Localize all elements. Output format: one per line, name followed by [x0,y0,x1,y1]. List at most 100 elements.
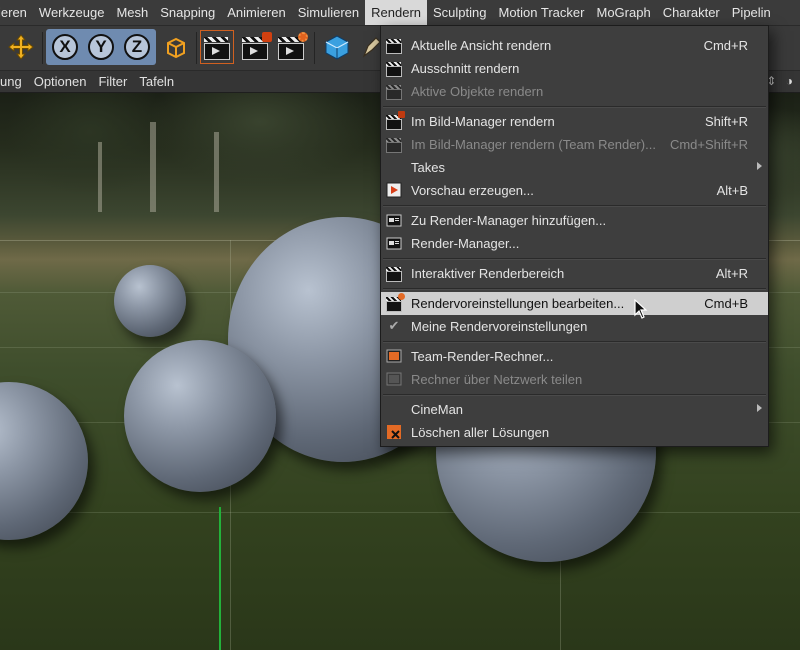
menu-item-shortcut: Alt+R [715,266,748,281]
menu-mograph[interactable]: MoGraph [590,0,656,25]
menu-item-shortcut: Cmd+B [704,296,748,311]
tree-trunk [214,132,219,212]
menu-item-render-picture-viewer[interactable]: Im Bild-Manager rendern Shift+R [381,110,768,133]
menu-animieren-partial[interactable]: ieren [0,0,33,25]
menu-divider [383,205,766,207]
main-menubar: ieren Werkzeuge Mesh Snapping Animieren … [0,0,800,26]
menu-pipeline[interactable]: Pipelin [726,0,777,25]
menu-motion-tracker[interactable]: Motion Tracker [493,0,591,25]
flush-caches-icon [385,423,403,441]
render-settings-icon [385,292,405,312]
menu-item-label: Löschen aller Lösungen [411,425,550,440]
clapper-objects-icon [385,82,403,100]
team-render-machines-icon [385,347,403,365]
sphere-object[interactable] [124,340,276,492]
viewport-menu-filter[interactable]: Filter [92,74,133,89]
menu-snapping[interactable]: Snapping [154,0,221,25]
submenu-arrow-icon [757,404,762,412]
viewport-navigation-icons[interactable]: ⇕ ◑ [766,74,796,88]
picture-viewer-icon [242,32,272,60]
preview-icon [385,181,403,199]
menu-item-shortcut: Cmd+R [703,38,748,53]
menu-item-render-view[interactable]: Aktuelle Ansicht rendern Cmd+R [381,34,768,57]
menu-item-interactive-render-region[interactable]: Interaktiver Renderbereich Alt+R [381,262,768,285]
sphere-object[interactable] [114,265,186,337]
render-queue-add-icon [385,211,403,229]
clapper-region-icon [385,59,403,77]
toolbar-separator [314,32,315,64]
mouse-cursor-icon [634,299,648,319]
menu-charakter[interactable]: Charakter [657,0,726,25]
menu-item-label: CineMan [411,402,464,417]
menu-item-add-render-queue[interactable]: Zu Render-Manager hinzufügen... [381,209,768,232]
menu-item-my-render-settings[interactable]: ✔ Meine Rendervoreinstellungen [381,315,768,338]
z-axis-lock-button[interactable]: Z [120,30,154,64]
z-axis-icon: Z [124,34,150,60]
y-axis-line [219,507,221,650]
toolbar-separator [196,32,197,64]
menu-item-render-region[interactable]: Ausschnitt rendern [381,57,768,80]
menu-item-label: Vorschau erzeugen... [411,183,534,198]
menu-item-label: Render-Manager... [411,236,520,251]
tree-trunk [98,142,102,212]
render-queue-icon [385,234,403,252]
menu-item-label: Aktuelle Ansicht rendern [411,38,552,53]
viewport-menu-darstellung[interactable]: ung [0,74,28,89]
x-axis-icon: X [52,34,78,60]
sphere-object[interactable] [0,382,88,540]
menu-divider [383,394,766,396]
menu-item-label: Rechner über Netzwerk teilen [411,372,583,387]
menu-item-render-active-objects: Aktive Objekte rendern [381,80,768,103]
picture-viewer-icon [385,110,405,130]
render-settings-icon [278,32,308,60]
menu-item-shortcut: Shift+R [705,114,748,129]
menu-rendern[interactable]: Rendern [365,0,428,25]
clapper-icon [204,35,230,60]
submenu-arrow-icon [757,162,762,170]
move-arrows-icon [8,34,34,60]
toolbar-separator [42,32,43,64]
menu-item-label: Im Bild-Manager rendern (Team Render)... [411,137,656,152]
menu-item-edit-render-settings[interactable]: Rendervoreinstellungen bearbeiten... Cmd… [381,292,768,315]
cube-object-button[interactable] [320,30,354,64]
menu-item-takes[interactable]: Takes [381,156,768,179]
check-icon: ✔ [388,318,400,333]
menu-item-render-queue[interactable]: Render-Manager... [381,232,768,255]
team-render-icon [385,135,403,153]
viewport-menu-tafeln[interactable]: Tafeln [133,74,180,89]
cube-icon [325,35,349,60]
menu-item-label: Im Bild-Manager rendern [411,114,555,129]
move-tool-button[interactable] [4,30,38,64]
menu-item-cineman[interactable]: CineMan [381,398,768,421]
render-picture-viewer-button[interactable] [238,30,272,64]
menu-item-label: Ausschnitt rendern [411,61,520,76]
menu-werkzeuge[interactable]: Werkzeuge [33,0,111,25]
menu-animieren[interactable]: Animieren [221,0,292,25]
menu-item-label: Meine Rendervoreinstellungen [411,319,588,334]
ir-region-icon [385,264,403,282]
menu-simulieren[interactable]: Simulieren [292,0,365,25]
coordinate-system-button[interactable] [158,30,192,64]
menu-item-label: Interaktiver Renderbereich [411,266,565,281]
share-machine-icon [385,370,403,388]
menu-item-shortcut: Cmd+Shift+R [669,137,748,152]
menu-item-label: Rendervoreinstellungen bearbeiten... [411,296,625,311]
menu-item-flush-caches[interactable]: Löschen aller Lösungen [381,421,768,444]
menu-item-shortcut: Alt+B [716,183,748,198]
menu-divider [383,258,766,260]
menu-item-make-preview[interactable]: Vorschau erzeugen... Alt+B [381,179,768,202]
menu-mesh[interactable]: Mesh [110,0,154,25]
render-settings-button[interactable] [274,30,308,64]
x-axis-lock-button[interactable]: X [48,30,82,64]
menu-item-share-machine: Rechner über Netzwerk teilen [381,368,768,391]
render-view-button[interactable] [200,30,234,64]
menu-divider [383,106,766,108]
menu-item-team-render: Im Bild-Manager rendern (Team Render)...… [381,133,768,156]
menu-divider [383,288,766,290]
menu-item-label: Zu Render-Manager hinzufügen... [411,213,607,228]
tree-trunk [150,122,156,212]
menu-sculpting[interactable]: Sculpting [427,0,492,25]
menu-item-team-render-machines[interactable]: Team-Render-Rechner... [381,345,768,368]
y-axis-lock-button[interactable]: Y [84,30,118,64]
viewport-menu-optionen[interactable]: Optionen [28,74,93,89]
